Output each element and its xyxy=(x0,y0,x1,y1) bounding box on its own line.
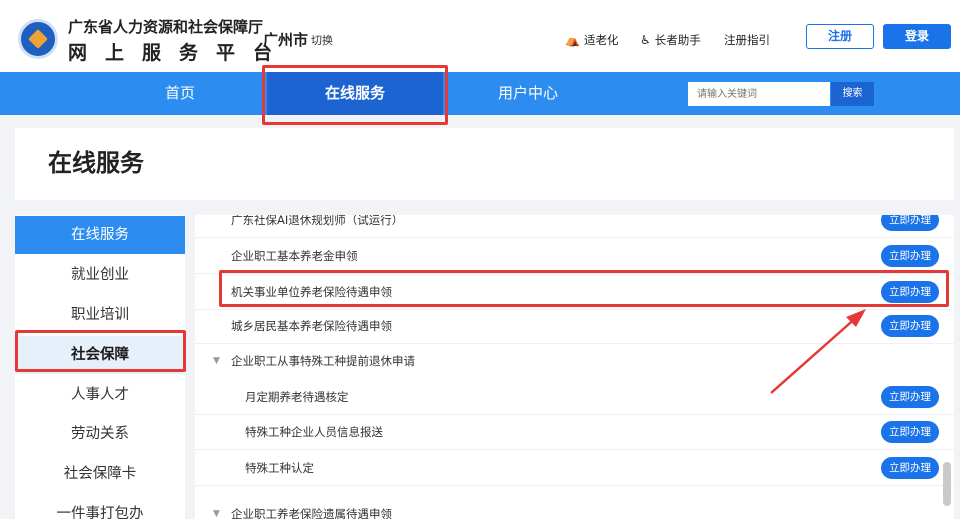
scrollbar-thumb[interactable] xyxy=(943,462,951,506)
annotation-arrow-icon xyxy=(770,309,866,394)
page: 广东省人力资源和社会保障厅 网上服务平台 广州市 切换 ⛺ 适老化 ♿ 长者助手 注… xyxy=(0,0,960,519)
